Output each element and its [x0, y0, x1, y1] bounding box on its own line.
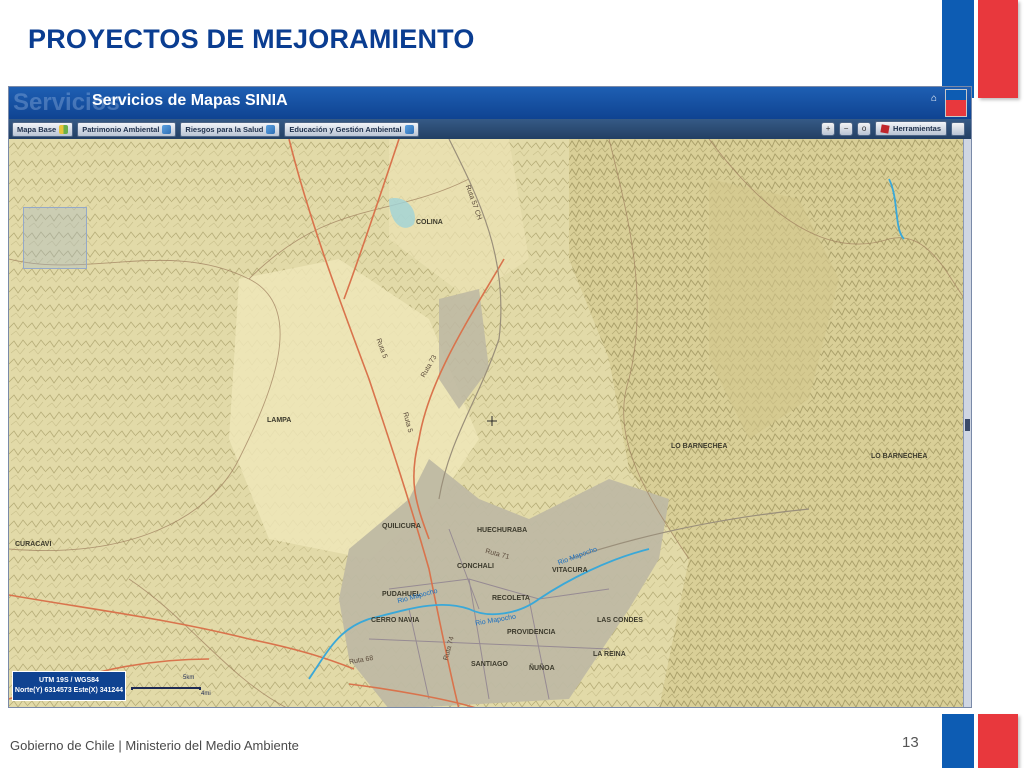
- scale-km: 5km: [183, 675, 195, 681]
- place-label: LA REINA: [593, 651, 626, 658]
- gov-logo: [945, 89, 967, 117]
- toolbar: Mapa Base Patrimonio Ambiental Riesgos p…: [9, 119, 971, 139]
- scroll-handle[interactable]: [965, 419, 970, 431]
- page-number: 13: [902, 734, 919, 751]
- home-icon[interactable]: ⌂: [931, 93, 941, 104]
- menu-label: Mapa Base: [17, 124, 57, 134]
- menu-riesgos-salud[interactable]: Riesgos para la Salud: [180, 121, 281, 137]
- place-label: PROVIDENCIA: [507, 629, 556, 636]
- place-label: ÑUÑOA: [529, 665, 555, 672]
- gov-flag-top: [942, 0, 1018, 98]
- place-label: SANTIAGO: [471, 661, 508, 668]
- place-label: LAMPA: [267, 417, 292, 424]
- menu-patrimonio-ambiental[interactable]: Patrimonio Ambiental: [77, 121, 177, 137]
- layers-icon: [404, 124, 414, 134]
- app-title: Servicios de Mapas SINIA: [92, 92, 288, 109]
- place-label: CERRO NAVIA: [371, 617, 420, 624]
- cube-icon: [880, 123, 890, 134]
- herramientas-button[interactable]: Herramientas: [875, 121, 947, 136]
- coord-value: Norte(Y) 6314573 Este(X) 341244: [14, 687, 124, 694]
- layers-icon: [162, 124, 172, 134]
- sinia-map-window: Servicios Servicios de Mapas SINIA ⌂ Map…: [8, 86, 972, 708]
- place-label: HUECHURABA: [477, 527, 528, 534]
- coord-system: UTM 19S / WGS84: [39, 677, 99, 684]
- place-label: VITACURA: [552, 567, 588, 574]
- toolbar-right: + − o Herramientas: [821, 121, 965, 136]
- place-label: LO BARNECHEA: [671, 443, 728, 450]
- tools-label: Herramientas: [893, 124, 941, 133]
- place-label: RECOLETA: [492, 595, 530, 602]
- save-icon[interactable]: [951, 121, 965, 136]
- overview-map[interactable]: [23, 207, 87, 269]
- menu-mapa-base[interactable]: Mapa Base: [12, 121, 74, 137]
- menu-label: Patrimonio Ambiental: [82, 124, 160, 134]
- menu-label: Educación y Gestión Ambiental: [289, 124, 402, 134]
- zoom-in-button[interactable]: +: [821, 121, 836, 136]
- place-label: CURACAVI: [15, 541, 52, 548]
- map-canvas[interactable]: COLINA LAMPA LO BARNECHEA LO BARNECHEA Q…: [9, 139, 965, 707]
- place-label: CONCHALI: [457, 563, 494, 570]
- zoom-reset-button[interactable]: o: [857, 121, 872, 136]
- place-label: QUILICURA: [382, 523, 421, 530]
- map-scrollbar[interactable]: [963, 139, 971, 707]
- zoom-out-button[interactable]: −: [839, 121, 854, 136]
- app-header: Servicios Servicios de Mapas SINIA ⌂: [9, 87, 971, 119]
- place-label: COLINA: [416, 219, 443, 226]
- footer-text: Gobierno de Chile | Ministerio del Medio…: [10, 738, 299, 753]
- menu-label: Riesgos para la Salud: [185, 124, 264, 134]
- scale-mi: 4mi: [201, 691, 211, 697]
- gov-flag-bottom: [942, 714, 1018, 768]
- layers-icon: [266, 124, 276, 134]
- menu-educacion-gestion[interactable]: Educación y Gestión Ambiental: [284, 121, 419, 137]
- slide-title: PROYECTOS DE MEJORAMIENTO: [28, 24, 475, 54]
- place-label: LAS CONDES: [597, 617, 643, 624]
- place-label: LO BARNECHEA: [871, 453, 928, 460]
- scale-bar: 5km 4mi: [131, 675, 211, 697]
- coordinate-readout: UTM 19S / WGS84 Norte(Y) 6314573 Este(X)…: [12, 671, 126, 701]
- grid-icon: [59, 124, 69, 134]
